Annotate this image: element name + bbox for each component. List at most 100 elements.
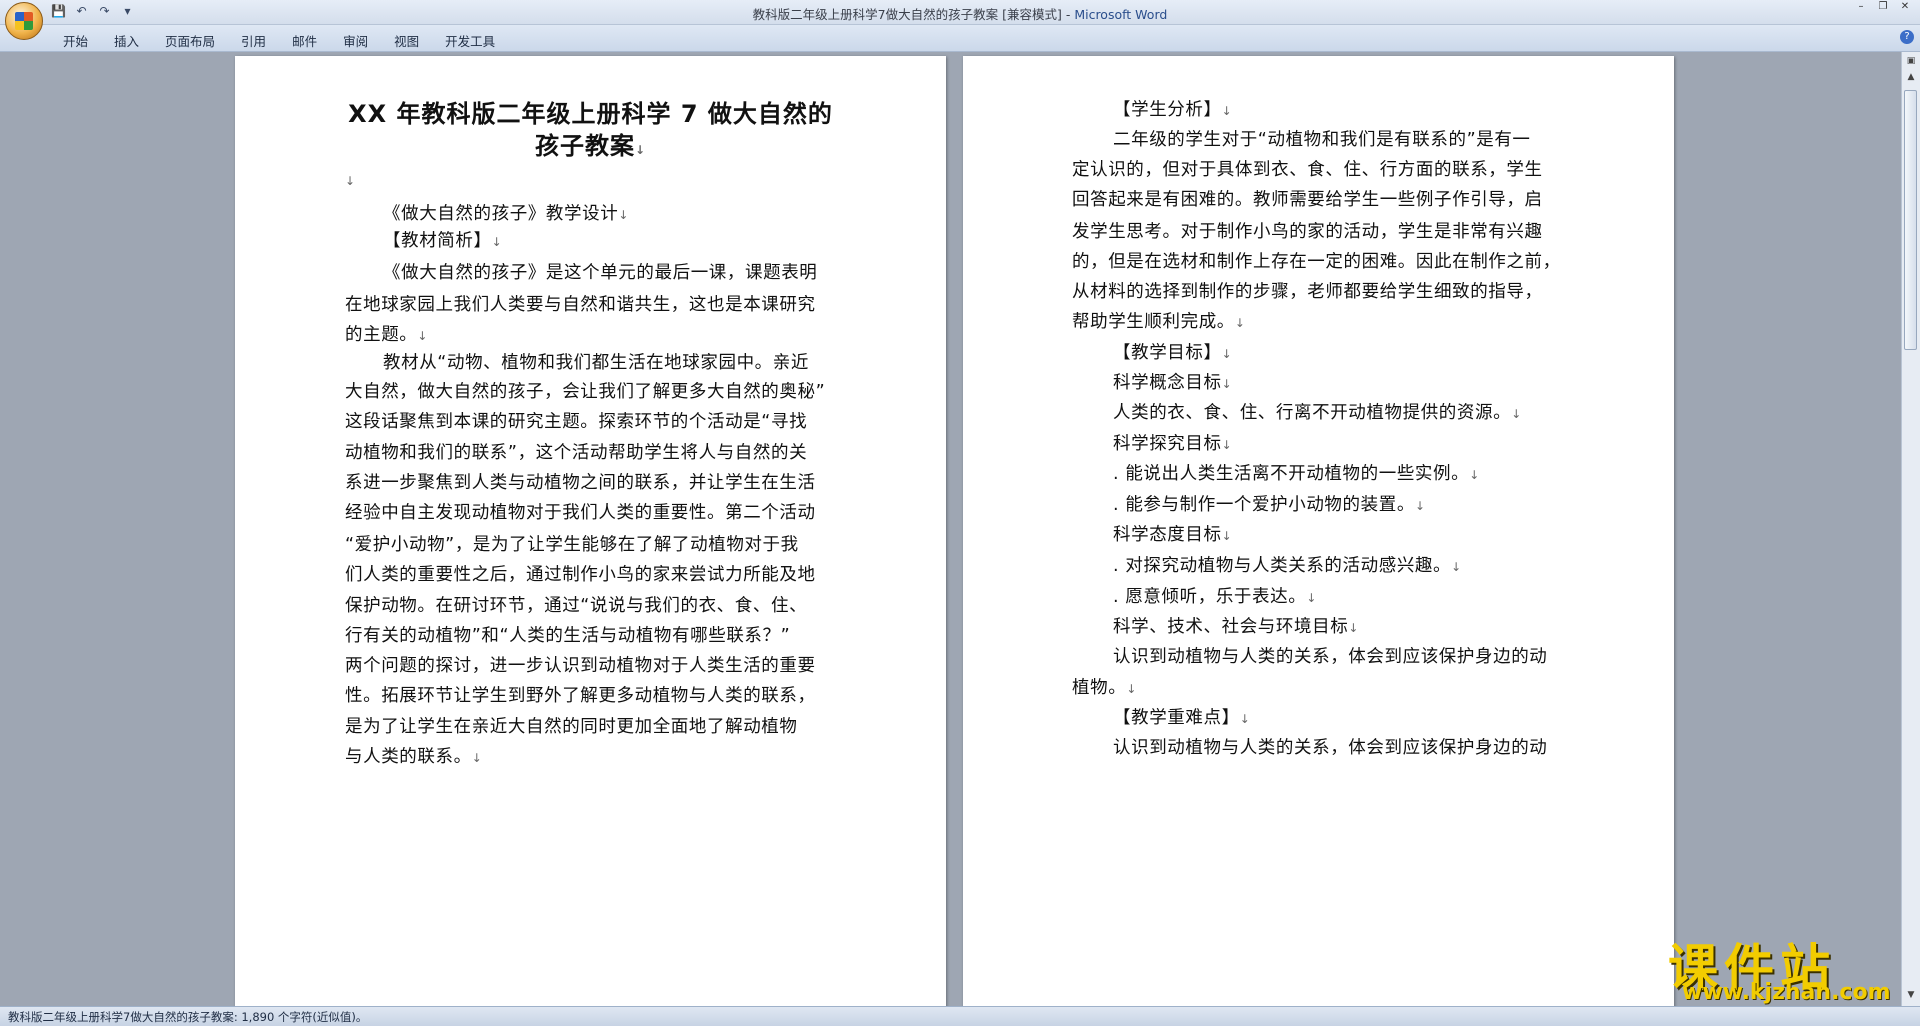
- scroll-down-icon[interactable]: ▼: [1903, 988, 1919, 1002]
- paragraph-mark-icon: ↓: [1221, 377, 1233, 391]
- text-line-content: 植物。: [1072, 678, 1127, 698]
- status-bar: 教科版二年级上册科学7做大自然的孩子教案: 1,890 个字符(近似值)。: [0, 1006, 1920, 1026]
- text-line: 二年级的学生对于“动植物和我们是有联系的”是有一: [1113, 126, 1531, 151]
- text-line: 【教学重难点】↓: [1113, 704, 1250, 729]
- minimize-icon[interactable]: –: [1850, 0, 1872, 14]
- text-line-content: 教材从“动物、植物和我们都生活在地球家园中。亲近: [383, 353, 809, 373]
- text-line-content: 二年级的学生对于“动植物和我们是有联系的”是有一: [1113, 130, 1531, 150]
- paragraph-mark-icon: ↓: [491, 235, 503, 249]
- text-line: 《做大自然的孩子》教学设计↓: [383, 200, 629, 225]
- text-line-content: 【教学目标】: [1113, 343, 1222, 363]
- ribbon-tab[interactable]: 邮件: [279, 29, 330, 52]
- text-line: 植物。↓: [1072, 674, 1137, 699]
- document-page-1[interactable]: XX 年教科版二年级上册科学 7 做大自然的 孩子教案↓ ↓ 《做大自然的孩子》…: [235, 56, 946, 1006]
- text-line: 经验中自主发现动植物对于我们人类的重要性。第二个活动: [345, 499, 816, 524]
- vertical-scrollbar[interactable]: ▣ ▲ ▼: [1901, 52, 1920, 1006]
- text-line-content: 科学探究目标: [1113, 434, 1222, 454]
- text-line-content: 人类的衣、食、住、行离不开动植物提供的资源。: [1113, 403, 1512, 423]
- document-title: 教科版二年级上册科学7做大自然的孩子教案 [兼容模式] -: [752, 7, 1075, 22]
- ribbon-tab[interactable]: 插入: [101, 29, 152, 52]
- paragraph-mark-icon: ↓: [1451, 560, 1462, 574]
- ribbon-tab[interactable]: 审阅: [330, 29, 381, 52]
- ribbon-tab[interactable]: 开始: [50, 29, 101, 52]
- text-line: 两个问题的探讨，进一步认识到动植物对于人类生活的重要: [345, 652, 816, 677]
- site-watermark: 课件站 www.kjzhan.com: [1668, 928, 1904, 1005]
- office-logo-icon: [15, 12, 33, 30]
- customize-qat-icon[interactable]: ▾: [119, 3, 136, 20]
- paragraph-mark-icon: ↓: [1221, 438, 1233, 452]
- text-line-content: 行有关的动植物”和“人类的生活与动植物有哪些联系？”: [345, 626, 791, 646]
- redo-icon[interactable]: ↷: [96, 3, 113, 20]
- paragraph-mark-icon: ↓: [634, 143, 647, 157]
- text-line: 性。拓展环节让学生到野外了解更多动植物与人类的联系，: [345, 682, 816, 707]
- restore-icon[interactable]: ❐: [1872, 0, 1894, 14]
- text-line-content: 认识到动植物与人类的关系，体会到应该保护身边的动: [1113, 738, 1548, 758]
- undo-icon[interactable]: ↶: [73, 3, 90, 20]
- ribbon: 开始 插入 页面布局 引用 邮件 审阅 视图 开发工具 ?: [0, 25, 1920, 52]
- text-line-content: 从材料的选择到制作的步骤，老师都要给学生细致的指导，: [1072, 282, 1543, 302]
- text-line: . 能说出人类生活离不开动植物的一些实例。↓: [1113, 460, 1480, 485]
- document-title-line: XX 年教科版二年级上册科学 7 做大自然的: [348, 100, 833, 128]
- text-line: 定认识的，但对于具体到衣、食、住、行方面的联系，学生: [1072, 156, 1543, 181]
- text-line-content: “爱护小动物”，是为了让学生能够在了解了动植物对于我: [345, 535, 799, 555]
- text-line-content: 科学概念目标: [1113, 373, 1222, 393]
- ruler-toggle-icon[interactable]: ▣: [1903, 54, 1919, 68]
- text-line-content: 与人类的联系。: [345, 747, 472, 767]
- help-icon[interactable]: ?: [1900, 30, 1914, 44]
- app-name: Microsoft Word: [1074, 7, 1168, 22]
- ribbon-tab[interactable]: 引用: [228, 29, 279, 52]
- ribbon-tab[interactable]: 页面布局: [152, 29, 228, 52]
- text-line-content: 是为了让学生在亲近大自然的同时更加全面地了解动植物: [345, 717, 798, 737]
- office-button[interactable]: [5, 2, 43, 40]
- text-line: 【学生分析】↓: [1113, 96, 1232, 121]
- text-line: . 愿意倾听，乐于表达。↓: [1113, 583, 1317, 608]
- text-line: 的主题。↓: [345, 321, 428, 346]
- text-line: 科学态度目标↓: [1113, 521, 1232, 546]
- text-line: 《做大自然的孩子》是这个单元的最后一课，课题表明: [383, 259, 817, 284]
- scroll-up-icon[interactable]: ▲: [1903, 70, 1919, 84]
- text-line-content: 系进一步聚焦到人类与动植物之间的联系，并让学生在生活: [345, 473, 816, 493]
- paragraph-mark-icon: ↓: [1414, 499, 1426, 513]
- ribbon-tab[interactable]: 开发工具: [432, 29, 508, 52]
- text-line: 动植物和我们的联系”，这个活动帮助学生将人与自然的关: [345, 439, 807, 464]
- quick-access-toolbar: 💾 ↶ ↷ ▾: [50, 3, 136, 20]
- text-line: 【教材简析】↓: [383, 227, 502, 252]
- paragraph-mark-icon: ↓: [1221, 104, 1233, 118]
- document-title-text: 孩子教案: [534, 132, 635, 160]
- ribbon-tab[interactable]: 视图: [381, 29, 432, 52]
- paragraph-mark-icon: ↓: [1221, 347, 1233, 361]
- text-line: 帮助学生顺利完成。↓: [1072, 308, 1246, 333]
- paragraph-mark-icon: ↓: [1306, 591, 1317, 605]
- status-word-count[interactable]: 教科版二年级上册科学7做大自然的孩子教案: 1,890 个字符(近似值)。: [8, 1009, 367, 1025]
- text-line: 人类的衣、食、住、行离不开动植物提供的资源。↓: [1113, 399, 1522, 424]
- text-line: 教材从“动物、植物和我们都生活在地球家园中。亲近: [383, 349, 809, 374]
- paragraph-mark-icon: ↓: [417, 329, 429, 343]
- text-line: 认识到动植物与人类的关系，体会到应该保护身边的动: [1113, 734, 1547, 759]
- text-line-content: . 愿意倾听，乐于表达。: [1113, 587, 1307, 607]
- text-line: 行有关的动植物”和“人类的生活与动植物有哪些联系？”: [345, 622, 790, 647]
- text-line-content: 发学生思考。对于制作小鸟的家的活动，学生是非常有兴趣: [1072, 222, 1543, 242]
- text-line: 在地球家园上我们人类要与自然和谐共生，这也是本课研究: [345, 291, 816, 316]
- empty-paragraph: ↓: [345, 170, 356, 190]
- text-line: 认识到动植物与人类的关系，体会到应该保护身边的动: [1113, 643, 1547, 668]
- text-line-content: 【教材简析】: [383, 231, 492, 251]
- text-line-content: 【教学重难点】: [1113, 708, 1240, 728]
- text-line: 这段话聚焦到本课的研究主题。探索环节的个活动是“寻找: [345, 408, 807, 433]
- window-title: 教科版二年级上册科学7做大自然的孩子教案 [兼容模式] - Microsoft …: [0, 4, 1920, 23]
- text-line: 从材料的选择到制作的步骤，老师都要给学生细致的指导，: [1072, 278, 1543, 303]
- paragraph-mark-icon: ↓: [1126, 682, 1137, 696]
- text-line-content: 大自然，做大自然的孩子，会让我们了解更多大自然的奥秘”: [345, 382, 826, 402]
- document-page-2[interactable]: 【学生分析】↓ 二年级的学生对于“动植物和我们是有联系的”是有一 定认识的，但对于具…: [963, 56, 1674, 1006]
- window-controls: – ❐ ✕: [1850, 0, 1916, 14]
- scroll-thumb[interactable]: [1904, 90, 1917, 350]
- paragraph-mark-icon: ↓: [1511, 407, 1522, 421]
- text-line: 科学、技术、社会与环境目标↓: [1113, 613, 1359, 638]
- text-line: 系进一步聚焦到人类与动植物之间的联系，并让学生在生活: [345, 469, 816, 494]
- text-line-content: 认识到动植物与人类的关系，体会到应该保护身边的动: [1113, 647, 1548, 667]
- text-line-content: 的，但是在选材和制作上存在一定的困难。因此在制作之前，: [1072, 252, 1561, 272]
- text-line-content: . 能参与制作一个爱护小动物的装置。: [1113, 495, 1415, 515]
- text-line-content: 【学生分析】: [1113, 100, 1222, 120]
- text-line: . 对探究动植物与人类关系的活动感兴趣。↓: [1113, 552, 1462, 577]
- close-icon[interactable]: ✕: [1894, 0, 1916, 14]
- save-icon[interactable]: 💾: [50, 3, 67, 20]
